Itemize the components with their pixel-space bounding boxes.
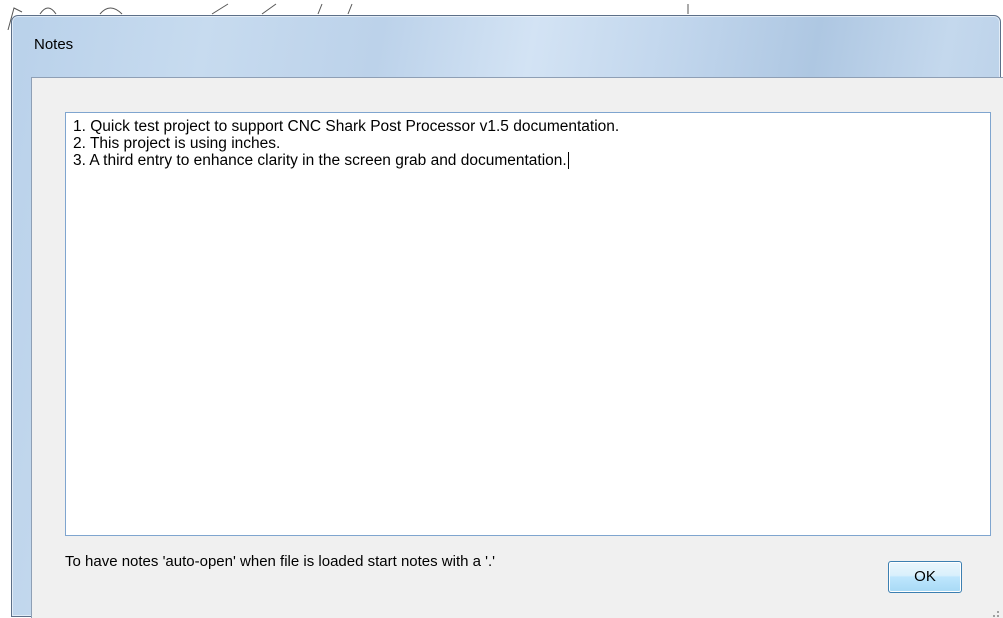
ok-button[interactable]: OK	[888, 561, 962, 593]
notes-line-2: 2. This project is using inches.	[73, 135, 281, 152]
dialog-client-area: 1. Quick test project to support CNC Sha…	[31, 77, 1003, 618]
notes-line-3-text: 3. A third entry to enhance clarity in t…	[73, 152, 567, 169]
text-caret	[567, 152, 569, 169]
notes-line-1: 1. Quick test project to support CNC Sha…	[73, 118, 620, 135]
desktop-background: Notes 1. Quick test project to support C…	[0, 0, 1003, 618]
resize-grip-icon[interactable]	[988, 610, 1000, 618]
notes-dialog: Notes 1. Quick test project to support C…	[11, 15, 1003, 618]
auto-open-hint: To have notes 'auto-open' when file is l…	[65, 553, 496, 570]
notes-line-3: 3. A third entry to enhance clarity in t…	[73, 152, 983, 169]
notes-textarea[interactable]: 1. Quick test project to support CNC Sha…	[65, 112, 991, 536]
dialog-title: Notes	[34, 36, 74, 53]
